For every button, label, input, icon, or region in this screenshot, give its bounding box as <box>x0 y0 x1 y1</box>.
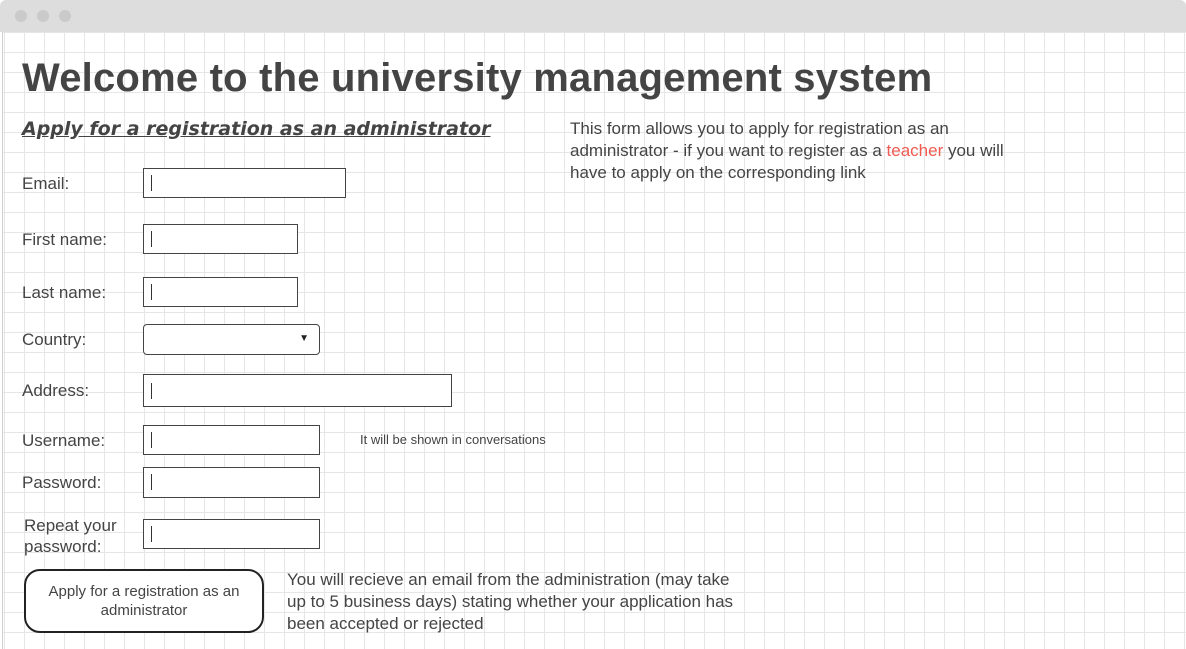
apply-registration-button[interactable]: Apply for a registration as an administr… <box>24 569 264 633</box>
repeat-password-label: Repeat your password: <box>24 515 117 557</box>
email-label: Email: <box>22 174 70 193</box>
repeat-password-input[interactable] <box>143 519 320 549</box>
window-titlebar <box>0 0 1186 32</box>
submission-note: You will recieve an email from the admin… <box>287 570 734 633</box>
text-caret <box>151 474 152 490</box>
username-label: Username: <box>22 431 106 450</box>
text-caret <box>151 231 152 247</box>
text-caret <box>151 284 152 300</box>
username-input[interactable] <box>143 425 320 455</box>
teacher-link[interactable]: teacher <box>887 141 944 160</box>
country-select[interactable]: ▼ <box>143 324 320 355</box>
info-text: This form allows you to apply for regist… <box>570 118 1030 184</box>
text-caret <box>151 432 152 448</box>
form-subtitle: Apply for a registration as an administr… <box>22 118 491 140</box>
email-input[interactable] <box>143 168 346 198</box>
repeat-password-label-line2: password: <box>24 537 102 556</box>
password-label: Password: <box>22 473 102 492</box>
last-name-input[interactable] <box>143 277 298 307</box>
repeat-password-label-line1: Repeat your <box>24 516 117 535</box>
text-caret <box>151 175 152 191</box>
text-caret <box>151 383 152 399</box>
first-name-label: First name: <box>22 230 108 249</box>
country-label: Country: <box>22 330 87 349</box>
password-input[interactable] <box>143 467 320 498</box>
close-window-icon[interactable] <box>15 10 27 22</box>
username-hint: It will be shown in conversations <box>360 432 546 447</box>
first-name-input[interactable] <box>143 224 298 254</box>
last-name-label: Last name: <box>22 283 107 302</box>
text-caret <box>151 526 152 542</box>
maximize-window-icon[interactable] <box>59 10 71 22</box>
page-title: Welcome to the university management sys… <box>22 56 933 100</box>
dropdown-arrow-icon: ▼ <box>299 333 309 344</box>
address-input[interactable] <box>143 374 452 407</box>
minimize-window-icon[interactable] <box>37 10 49 22</box>
address-label: Address: <box>22 381 90 400</box>
